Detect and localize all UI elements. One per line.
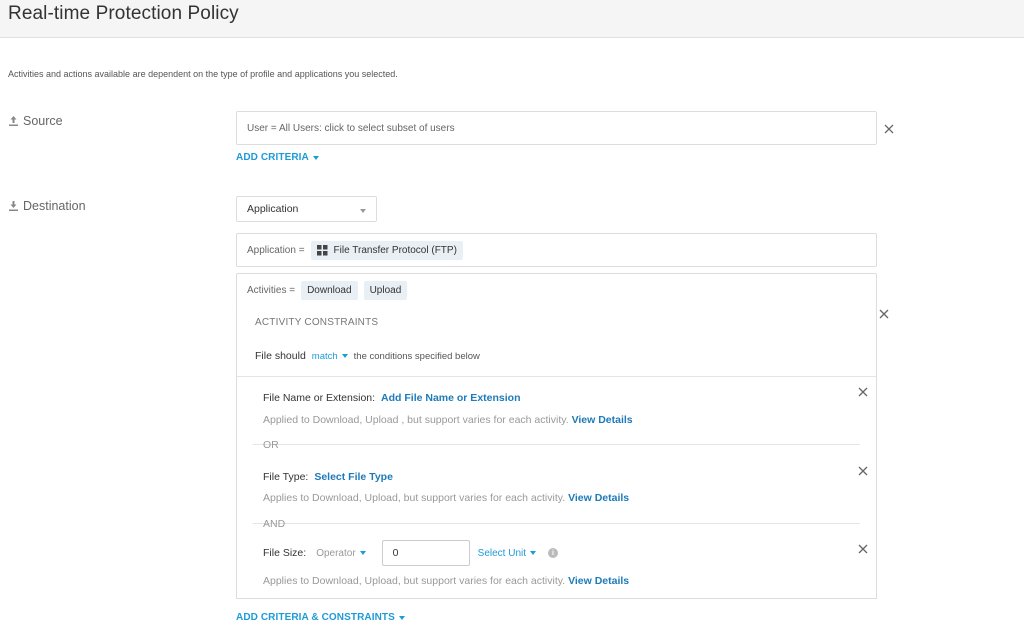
page-header: Real-time Protection Policy (0, 0, 1024, 38)
chevron-down-icon (360, 209, 366, 213)
file-name-row: File Name or Extension: Add File Name or… (263, 392, 521, 404)
remove-file-type-button[interactable] (857, 465, 869, 477)
file-size-label: File Size: (263, 547, 307, 559)
operator-value: Operator (316, 547, 356, 559)
activity-chip-upload[interactable]: Upload (363, 280, 408, 300)
intro-text: Activities and actions available are dep… (8, 69, 398, 79)
application-chip[interactable]: File Transfer Protocol (FTP) (310, 240, 463, 260)
file-type-desc-text: Applies to Download, Upload, but support… (263, 492, 566, 504)
source-label-text: Source (23, 114, 63, 128)
file-type-view-details-link[interactable]: View Details (568, 492, 629, 504)
caret-down-icon (341, 354, 348, 358)
select-unit-dropdown[interactable]: Select Unit (477, 547, 537, 559)
select-file-type-link[interactable]: Select File Type (314, 471, 393, 483)
application-chip-label: File Transfer Protocol (FTP) (333, 244, 457, 256)
file-size-desc-text: Applies to Download, Upload, but support… (263, 575, 566, 587)
activities-field[interactable]: Activities = Download Upload (236, 273, 877, 307)
add-criteria-label: ADD CRITERIA (236, 152, 309, 163)
caret-down-icon (530, 551, 537, 555)
caret-down-icon (359, 551, 366, 555)
upload-icon (8, 115, 19, 127)
file-name-view-details-link[interactable]: View Details (572, 414, 633, 426)
file-size-row: File Size: Operator Select Unit i (263, 540, 559, 566)
file-name-label: File Name or Extension: (263, 392, 376, 404)
remove-file-size-button[interactable] (857, 543, 869, 555)
close-icon (858, 466, 868, 476)
file-size-view-details-link[interactable]: View Details (568, 575, 629, 587)
add-criteria-constraints-button[interactable]: ADD CRITERIA & CONSTRAINTS (236, 612, 405, 623)
source-criteria-field[interactable]: User = All Users: click to select subset… (236, 111, 877, 145)
application-field[interactable]: Application = File Transfer Protocol (FT… (236, 233, 877, 267)
constraints-title: ACTIVITY CONSTRAINTS (255, 317, 379, 328)
caret-down-icon (398, 615, 405, 620)
match-value: match (311, 350, 338, 362)
close-icon (858, 387, 868, 397)
select-unit-value: Select Unit (477, 547, 527, 559)
info-icon[interactable]: i (548, 548, 559, 558)
destination-label-text: Destination (23, 199, 86, 213)
divider (253, 523, 860, 524)
caret-down-icon (312, 155, 319, 160)
add-criteria-button[interactable]: ADD CRITERIA (236, 152, 319, 163)
remove-source-button[interactable] (883, 123, 895, 135)
destination-label: Destination (8, 199, 86, 213)
divider (253, 444, 860, 445)
destination-type-select[interactable]: Application (236, 196, 377, 222)
activity-chip-download[interactable]: Download (301, 280, 358, 300)
application-prefix: Application = (247, 244, 305, 256)
file-should-label: File should (255, 350, 306, 362)
match-dropdown[interactable]: match (312, 351, 348, 362)
remove-file-name-button[interactable] (857, 386, 869, 398)
file-type-desc: Applies to Download, Upload, but support… (263, 492, 629, 504)
activity-constraints-panel: ACTIVITY CONSTRAINTS File should match t… (236, 306, 877, 599)
or-label: OR (263, 439, 279, 451)
file-should-row: File should match the conditions specifi… (255, 350, 480, 362)
file-name-desc: Applied to Download, Upload , but suppor… (263, 414, 633, 426)
source-criteria-value: User = All Users: click to select subset… (247, 122, 455, 134)
source-label: Source (8, 114, 63, 128)
file-name-desc-text: Applied to Download, Upload , but suppor… (263, 414, 569, 426)
file-size-desc: Applies to Download, Upload, but support… (263, 575, 629, 587)
file-type-row: File Type: Select File Type (263, 471, 393, 483)
app-grid-icon (316, 244, 328, 255)
add-criteria-constraints-label: ADD CRITERIA & CONSTRAINTS (236, 612, 395, 623)
close-icon (884, 124, 894, 134)
activities-prefix: Activities = (247, 284, 296, 296)
close-icon (858, 544, 868, 554)
file-type-label: File Type: (263, 471, 309, 483)
and-label: AND (263, 518, 286, 530)
add-file-name-link[interactable]: Add File Name or Extension (381, 392, 520, 404)
destination-type-value: Application (247, 203, 299, 215)
file-size-input[interactable] (381, 540, 470, 566)
page-title: Real-time Protection Policy (8, 3, 239, 24)
remove-destination-button[interactable] (878, 308, 890, 320)
divider (237, 376, 876, 377)
close-icon (879, 309, 889, 319)
download-icon (8, 200, 19, 212)
conditions-text: the conditions specified below (353, 350, 480, 362)
operator-dropdown[interactable]: Operator (316, 547, 366, 559)
